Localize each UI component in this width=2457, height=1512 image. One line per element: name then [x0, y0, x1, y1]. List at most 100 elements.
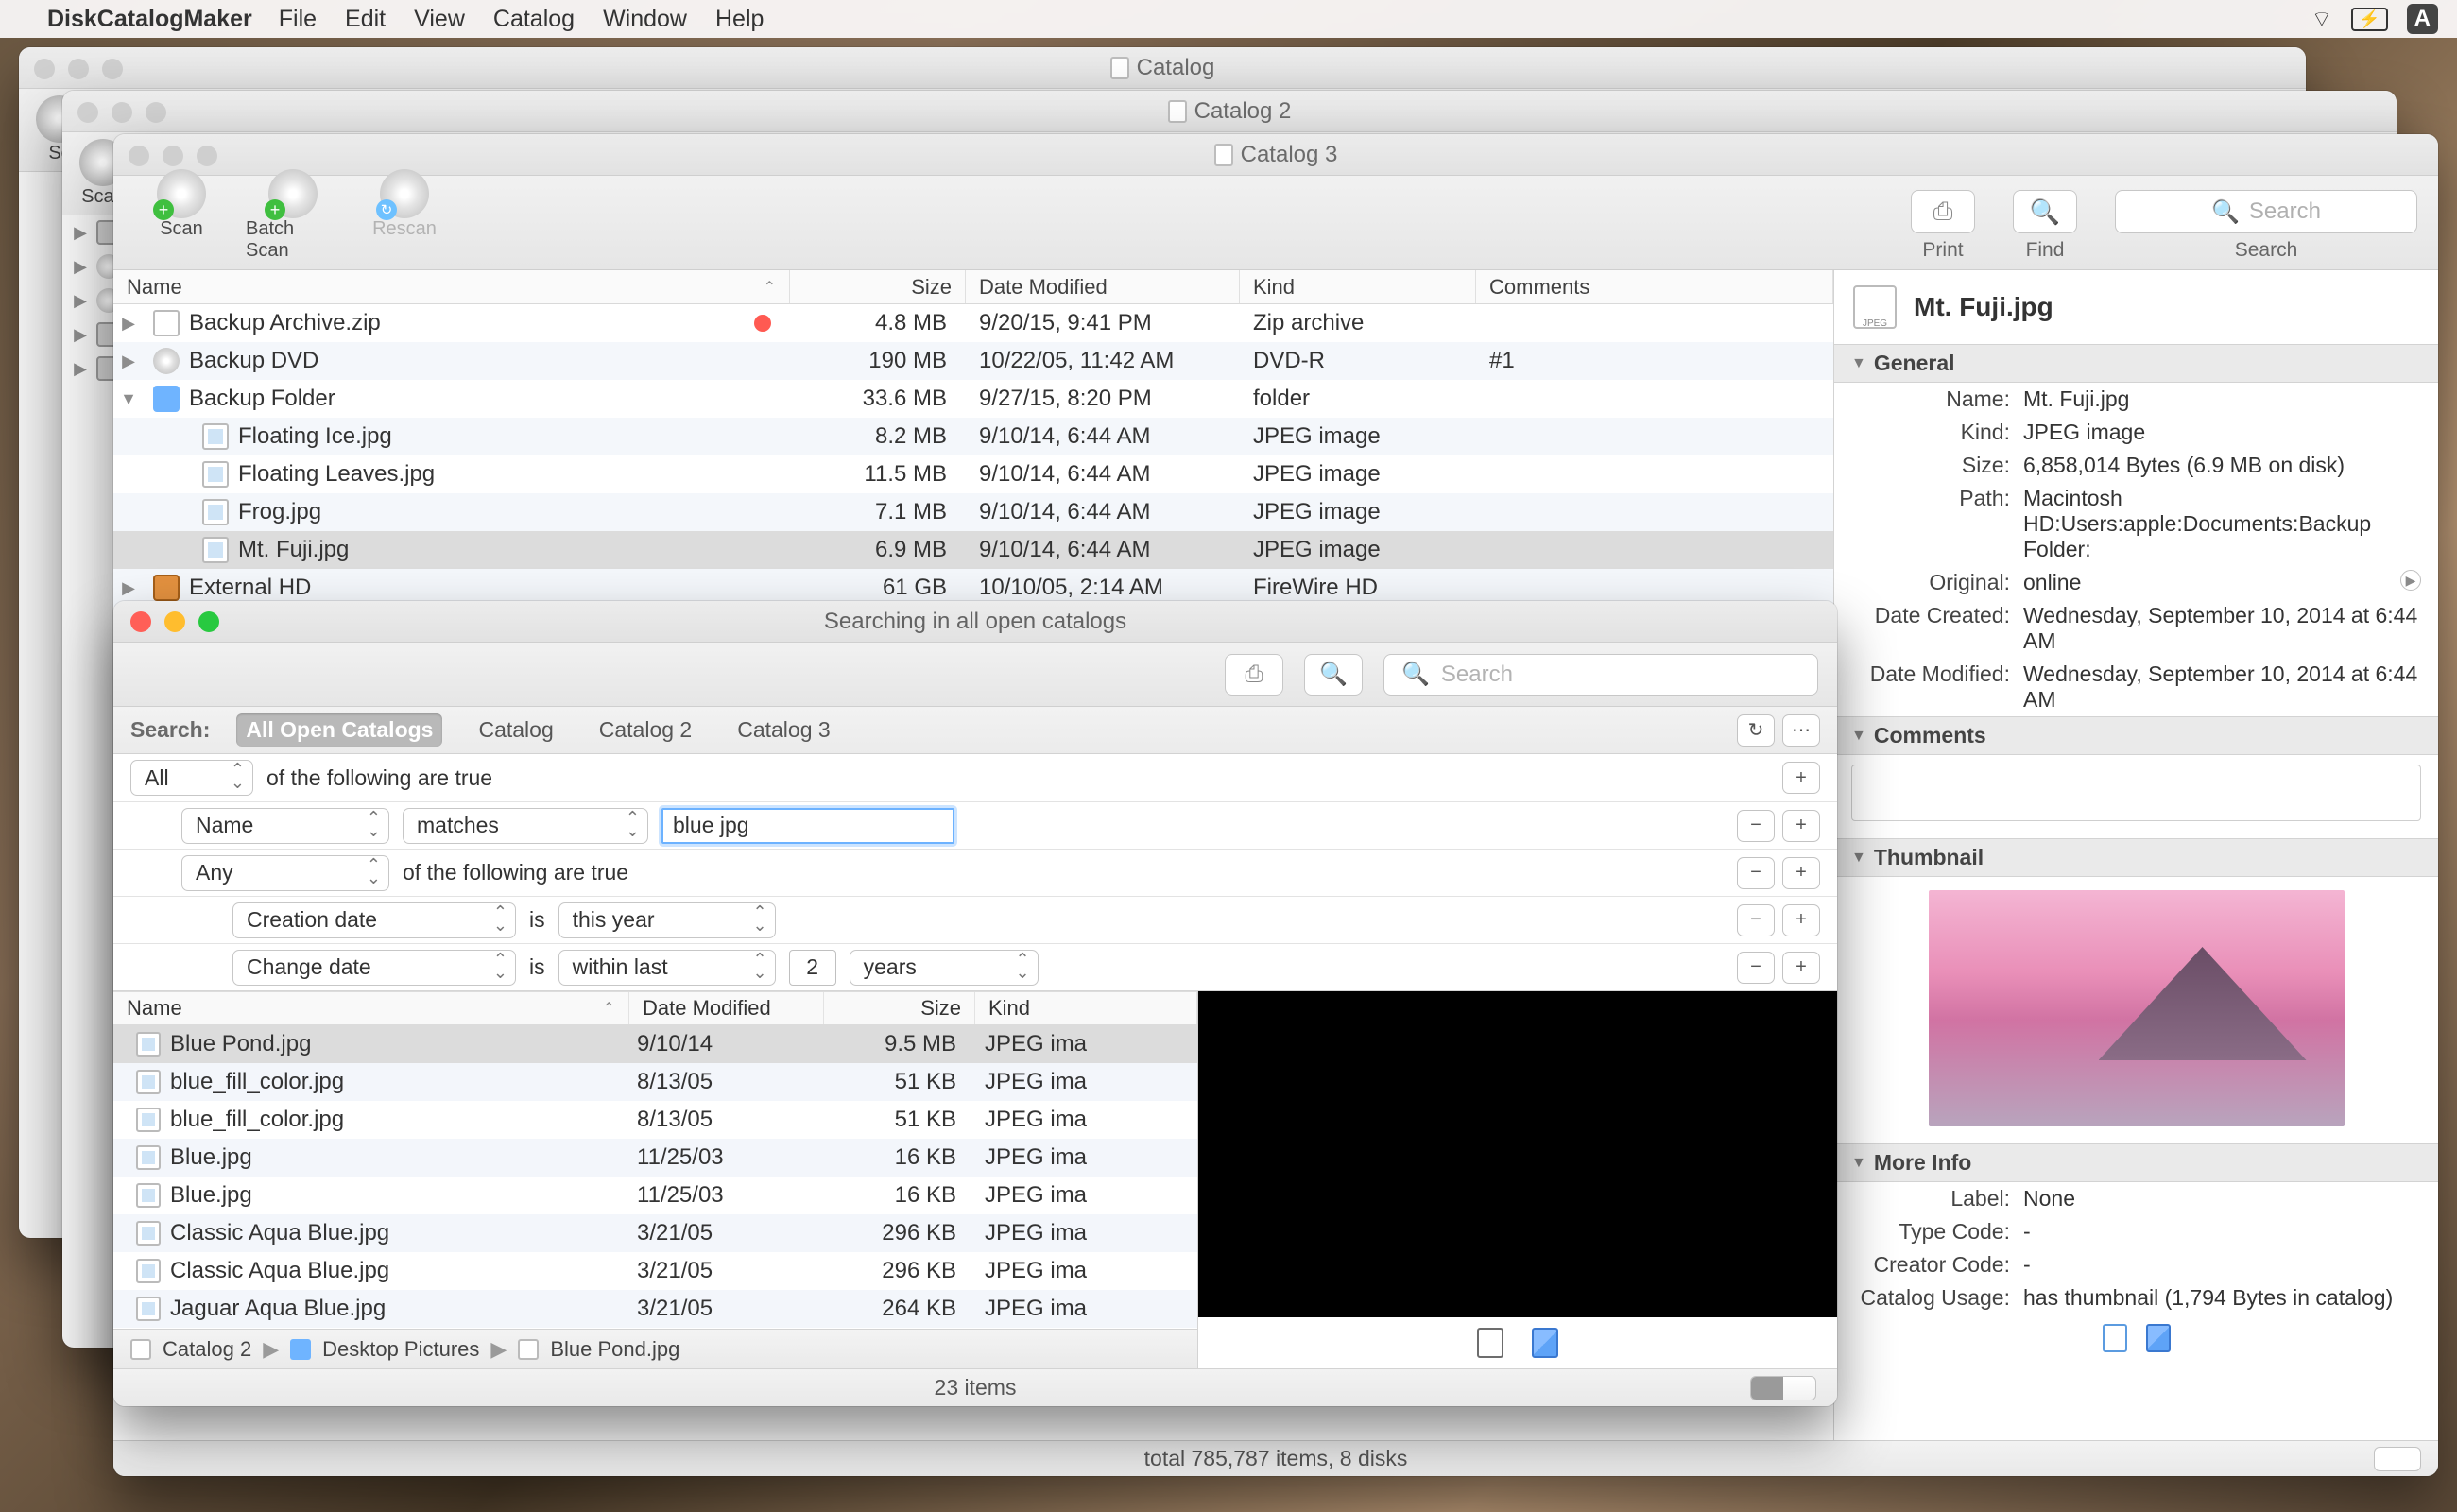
- table-row[interactable]: Classic Aqua Blue.jpg3/21/05296 KBJPEG i…: [113, 1252, 1197, 1290]
- rule-all-any[interactable]: Any: [181, 855, 389, 891]
- add-rule-button[interactable]: +: [1782, 857, 1820, 889]
- column-date[interactable]: Date Modified: [629, 992, 824, 1024]
- rule-all-any[interactable]: All: [130, 760, 253, 796]
- image-icon[interactable]: [1532, 1328, 1558, 1358]
- operator-select[interactable]: matches: [403, 808, 648, 844]
- remove-rule-button[interactable]: −: [1737, 904, 1775, 936]
- value-input[interactable]: blue jpg: [662, 808, 954, 844]
- scope-catalog[interactable]: Catalog: [469, 713, 562, 747]
- menu-catalog[interactable]: Catalog: [493, 6, 575, 33]
- document-icon[interactable]: [1477, 1328, 1503, 1358]
- traffic-lights[interactable]: [34, 59, 123, 79]
- table-row[interactable]: blue_fill_color.jpg8/13/0551 KBJPEG ima: [113, 1101, 1197, 1139]
- table-row[interactable]: Jaguar Aqua Blue.jpg3/21/05264 KBJPEG im…: [113, 1290, 1197, 1328]
- section-thumbnail[interactable]: ▼Thumbnail: [1834, 838, 2438, 877]
- scope-all-open[interactable]: All Open Catalogs: [236, 713, 442, 747]
- table-row[interactable]: Floating Leaves.jpg11.5 MB9/10/14, 6:44 …: [113, 455, 1833, 493]
- remove-rule-button[interactable]: −: [1737, 952, 1775, 984]
- table-row[interactable]: Blue.jpg11/25/0316 KBJPEG ima: [113, 1177, 1197, 1214]
- add-rule-button[interactable]: +: [1782, 810, 1820, 842]
- zoom-button[interactable]: [102, 59, 123, 79]
- titlebar[interactable]: Catalog: [19, 47, 2306, 89]
- attribute-select[interactable]: Creation date: [232, 902, 516, 938]
- scope-catalog-3[interactable]: Catalog 3: [728, 713, 839, 747]
- rescan-button[interactable]: ↻Rescan: [357, 169, 452, 262]
- find-button[interactable]: 🔍: [1304, 654, 1363, 696]
- column-kind[interactable]: Kind: [1240, 270, 1476, 303]
- battery-icon[interactable]: ⚡: [2351, 8, 2387, 31]
- menu-file[interactable]: File: [279, 6, 317, 33]
- table-row[interactable]: Classic Aqua Blue.jpg3/21/05296 KBJPEG i…: [113, 1214, 1197, 1252]
- more-button[interactable]: ⋯: [1782, 714, 1820, 747]
- column-comments[interactable]: Comments: [1476, 270, 1833, 303]
- wifi-icon[interactable]: ⌔: [2311, 5, 2333, 33]
- table-row[interactable]: ▼Backup Folder33.6 MB9/27/15, 8:20 PMfol…: [113, 380, 1833, 418]
- remove-rule-button[interactable]: −: [1737, 857, 1775, 889]
- attribute-select[interactable]: Name: [181, 808, 389, 844]
- traffic-lights[interactable]: [129, 146, 217, 166]
- comments-input[interactable]: [1851, 765, 2421, 821]
- unit-select[interactable]: years: [850, 950, 1039, 986]
- disclosure-triangle[interactable]: ▶: [122, 578, 135, 598]
- find-button[interactable]: 🔍Find: [2013, 190, 2077, 262]
- zoom-button[interactable]: [197, 146, 217, 166]
- path-segment[interactable]: Desktop Pictures: [322, 1337, 479, 1362]
- minimize-button[interactable]: [68, 59, 89, 79]
- menu-help[interactable]: Help: [715, 6, 764, 33]
- path-segment[interactable]: Blue Pond.jpg: [550, 1337, 679, 1362]
- column-kind[interactable]: Kind: [975, 992, 1197, 1024]
- path-segment[interactable]: Catalog 2: [163, 1337, 251, 1362]
- table-row[interactable]: Frog.jpg7.1 MB9/10/14, 6:44 AMJPEG image: [113, 493, 1833, 531]
- scope-catalog-2[interactable]: Catalog 2: [590, 713, 701, 747]
- close-button[interactable]: [129, 146, 149, 166]
- section-moreinfo[interactable]: ▼More Info: [1834, 1143, 2438, 1182]
- traffic-lights[interactable]: [130, 611, 219, 632]
- disclosure-triangle[interactable]: ▶: [122, 352, 135, 371]
- menu-edit[interactable]: Edit: [345, 6, 386, 33]
- print-button[interactable]: ⎙: [1225, 654, 1283, 696]
- view-toggle[interactable]: [1750, 1376, 1816, 1400]
- app-name[interactable]: DiskCatalogMaker: [47, 6, 252, 33]
- input-source-icon[interactable]: A: [2407, 4, 2438, 34]
- table-row[interactable]: blue_fill_color.jpg8/13/0551 KBJPEG ima: [113, 1063, 1197, 1101]
- section-comments[interactable]: ▼Comments: [1834, 716, 2438, 755]
- minimize-button[interactable]: [164, 611, 185, 632]
- close-button[interactable]: [130, 611, 151, 632]
- column-size[interactable]: Size: [824, 992, 975, 1024]
- batch-scan-button[interactable]: +Batch Scan: [246, 169, 340, 262]
- menu-view[interactable]: View: [414, 6, 465, 33]
- table-row[interactable]: Blue Pond.jpg9/10/149.5 MBJPEG ima: [113, 1025, 1197, 1063]
- search-input[interactable]: 🔍Search: [1383, 654, 1818, 696]
- search-input[interactable]: 🔍Search: [2115, 190, 2417, 233]
- add-rule-button[interactable]: +: [1782, 952, 1820, 984]
- remove-rule-button[interactable]: −: [1737, 810, 1775, 842]
- add-rule-button[interactable]: +: [1782, 904, 1820, 936]
- close-button[interactable]: [34, 59, 55, 79]
- column-name[interactable]: Name⌃: [113, 270, 790, 303]
- attribute-select[interactable]: Change date: [232, 950, 516, 986]
- add-rule-button[interactable]: +: [1782, 762, 1820, 794]
- print-button[interactable]: ⎙Print: [1911, 190, 1975, 262]
- path-bar[interactable]: Catalog 2 ▶ Desktop Pictures ▶ Blue Pond…: [113, 1329, 1197, 1368]
- titlebar[interactable]: Searching in all open catalogs: [113, 601, 1837, 643]
- column-size[interactable]: Size: [790, 270, 966, 303]
- table-row[interactable]: Blue.jpg11/25/0316 KBJPEG ima: [113, 1139, 1197, 1177]
- table-row[interactable]: ▶Backup Archive.zip4.8 MB9/20/15, 9:41 P…: [113, 304, 1833, 342]
- minimize-button[interactable]: [163, 146, 183, 166]
- image-icon[interactable]: [2146, 1324, 2171, 1352]
- menu-window[interactable]: Window: [603, 6, 687, 33]
- minimize-button[interactable]: [112, 102, 132, 123]
- table-row[interactable]: Floating Ice.jpg8.2 MB9/10/14, 6:44 AMJP…: [113, 418, 1833, 455]
- disclosure-triangle[interactable]: ▶: [122, 314, 135, 334]
- titlebar[interactable]: Catalog 3: [113, 134, 2438, 176]
- disclosure-triangle[interactable]: ▼: [120, 389, 137, 409]
- view-toggle[interactable]: [2374, 1447, 2421, 1471]
- section-general[interactable]: ▼General: [1834, 344, 2438, 383]
- refresh-button[interactable]: ↻: [1737, 714, 1775, 747]
- value-select[interactable]: this year: [558, 902, 776, 938]
- zoom-button[interactable]: [146, 102, 166, 123]
- table-row[interactable]: ▶Backup DVD190 MB10/22/05, 11:42 AMDVD-R…: [113, 342, 1833, 380]
- titlebar[interactable]: Catalog 2: [62, 91, 2397, 132]
- column-date[interactable]: Date Modified: [966, 270, 1240, 303]
- document-icon[interactable]: [2103, 1324, 2127, 1352]
